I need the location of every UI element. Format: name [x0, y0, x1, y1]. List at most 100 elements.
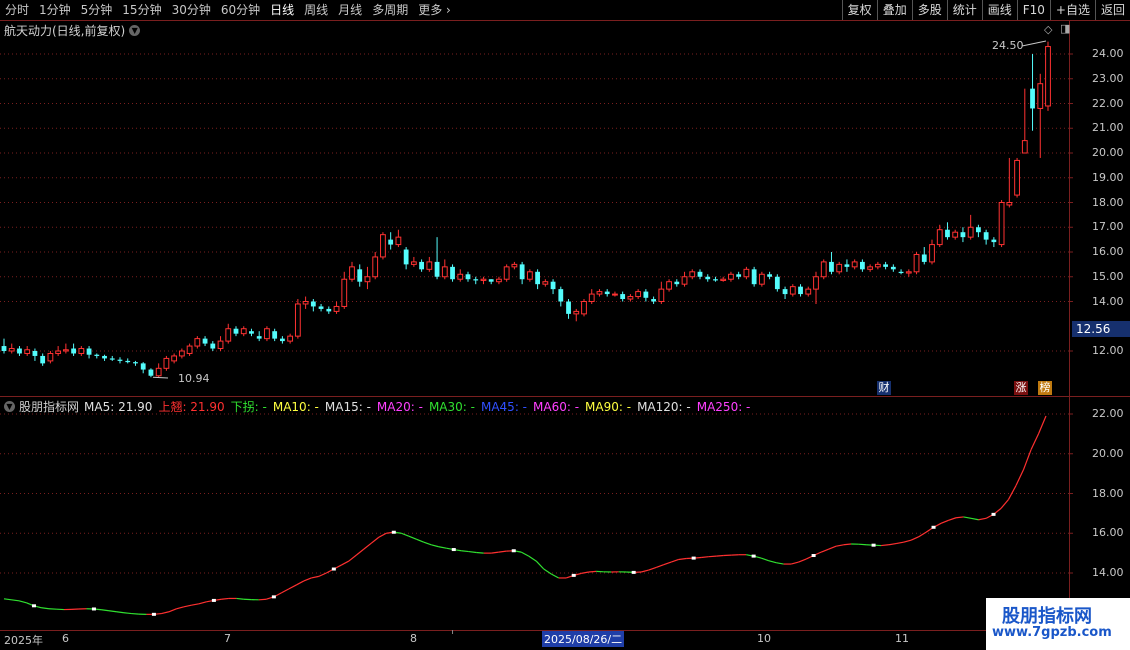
- ma-marker: [571, 573, 576, 577]
- candle-body: [991, 239, 997, 243]
- candle-body: [503, 266, 510, 280]
- ma-line-segment: [888, 542, 897, 546]
- candle-body: [952, 231, 959, 238]
- date-label-year: 2025年: [4, 634, 43, 647]
- candle-body: [697, 271, 703, 277]
- price-tick-label: 21.00: [1092, 121, 1124, 135]
- ma-line-segment: [528, 555, 537, 562]
- candle-body: [643, 291, 649, 298]
- candle-body: [913, 253, 920, 273]
- low-arrow: [152, 376, 169, 379]
- price-tick-label: 19.00: [1092, 170, 1124, 184]
- candle-body: [225, 328, 232, 342]
- candle-body: [550, 281, 556, 290]
- candle-body: [465, 274, 471, 280]
- candle-body: [171, 355, 178, 362]
- ma-line-segment: [820, 548, 829, 553]
- candle-body: [658, 288, 665, 302]
- ma-line-segment: [1030, 433, 1040, 451]
- ma-line-segment: [798, 558, 807, 563]
- indicator-values: MA5: 21.90 上翘: 21.90 下拐: - MA10: - MA15: - MA…: [84, 398, 756, 415]
- ma-marker: [391, 530, 396, 534]
- candle-body: [596, 291, 603, 295]
- candle-body: [240, 328, 247, 335]
- ma-line-segment: [370, 536, 380, 544]
- indicator-tick-label: 18.00: [1092, 486, 1124, 500]
- ma-line-segment: [191, 603, 200, 606]
- limit-up-badge[interactable]: 涨: [1014, 381, 1028, 395]
- ma-line-segment: [431, 544, 439, 548]
- candle-body: [186, 345, 193, 354]
- indicator-item-2: 下拐: -: [230, 399, 267, 414]
- candle-body: [109, 358, 115, 360]
- ma-line-segment: [978, 517, 987, 521]
- ma-marker: [91, 607, 96, 611]
- candle-body: [217, 340, 224, 350]
- ma-line-segment: [581, 571, 589, 574]
- candle-body: [410, 261, 417, 265]
- candle-body: [395, 236, 402, 246]
- indicator-name[interactable]: 股朋指标网: [19, 398, 79, 415]
- ma-line-segment: [416, 538, 425, 543]
- candle-body: [573, 310, 580, 315]
- candle-body: [272, 331, 278, 339]
- candle-body: [47, 352, 54, 362]
- ma-line-segment: [776, 562, 784, 565]
- indicator-tick-label: 14.00: [1092, 566, 1124, 579]
- ma-line-segment: [1015, 469, 1025, 486]
- price-tick-label: 17.00: [1092, 220, 1124, 234]
- ma-marker: [451, 548, 456, 552]
- ma-line-segment: [183, 604, 192, 608]
- price-tick-label: 20.00: [1092, 146, 1124, 159]
- candle-body: [125, 360, 131, 363]
- candle-body: [798, 286, 803, 295]
- rank-badge[interactable]: 榜: [1038, 381, 1052, 395]
- ma-marker: [991, 512, 996, 516]
- candle-body: [511, 263, 518, 268]
- candle-body: [945, 229, 950, 238]
- candle-body: [17, 348, 22, 354]
- ma-line-segment: [641, 569, 649, 573]
- indicator-item-8: MA60: -: [533, 399, 580, 414]
- candle-body: [457, 273, 464, 280]
- candle-body: [8, 348, 15, 352]
- window-toggle-icon[interactable]: ◨: [1060, 22, 1070, 35]
- candle-body: [473, 279, 479, 281]
- candle-body: [651, 299, 656, 302]
- candle-body: [333, 305, 340, 312]
- indicator-item-10: MA120: -: [637, 399, 691, 414]
- candle-body: [388, 239, 394, 245]
- candle-body: [851, 261, 858, 268]
- price-tick-label: 24.00: [1092, 47, 1124, 60]
- candle-body: [705, 276, 711, 280]
- indicator-bar: ▼ 股朋指标网 MA5: 21.90 上翘: 21.90 下拐: - MA10: -M…: [4, 398, 756, 414]
- candle-body: [280, 338, 285, 342]
- ma-marker: [511, 549, 516, 553]
- price-tick-label: 12.00: [1092, 344, 1124, 357]
- ma-marker: [691, 556, 696, 560]
- ma-line-segment: [288, 584, 297, 590]
- ma-line-segment: [108, 610, 117, 613]
- kline-chart[interactable]: [0, 0, 1130, 650]
- candle-body: [976, 227, 981, 233]
- ma-line-segment: [378, 532, 387, 538]
- candle-body: [720, 278, 727, 281]
- candle-body: [867, 266, 874, 270]
- candle-body: [905, 271, 912, 274]
- candle-body: [1006, 202, 1013, 206]
- ma-line-segment: [401, 532, 410, 537]
- financial-badge[interactable]: 财: [877, 381, 891, 395]
- ma-line-segment: [476, 551, 484, 554]
- candle-body: [967, 226, 974, 238]
- last-price-box: 12.56: [1072, 321, 1130, 337]
- ma-marker: [631, 570, 636, 574]
- indicator-item-4: MA15: -: [324, 399, 371, 414]
- chevron-down-icon[interactable]: ▼: [4, 400, 15, 412]
- candle-body: [294, 303, 301, 337]
- candle-body: [743, 268, 750, 278]
- diamond-icon[interactable]: ◇: [1044, 23, 1052, 36]
- candle-body: [829, 261, 834, 272]
- ma-line-segment: [663, 561, 672, 566]
- ma-line-segment: [940, 519, 949, 524]
- ma-line-segment: [760, 557, 769, 562]
